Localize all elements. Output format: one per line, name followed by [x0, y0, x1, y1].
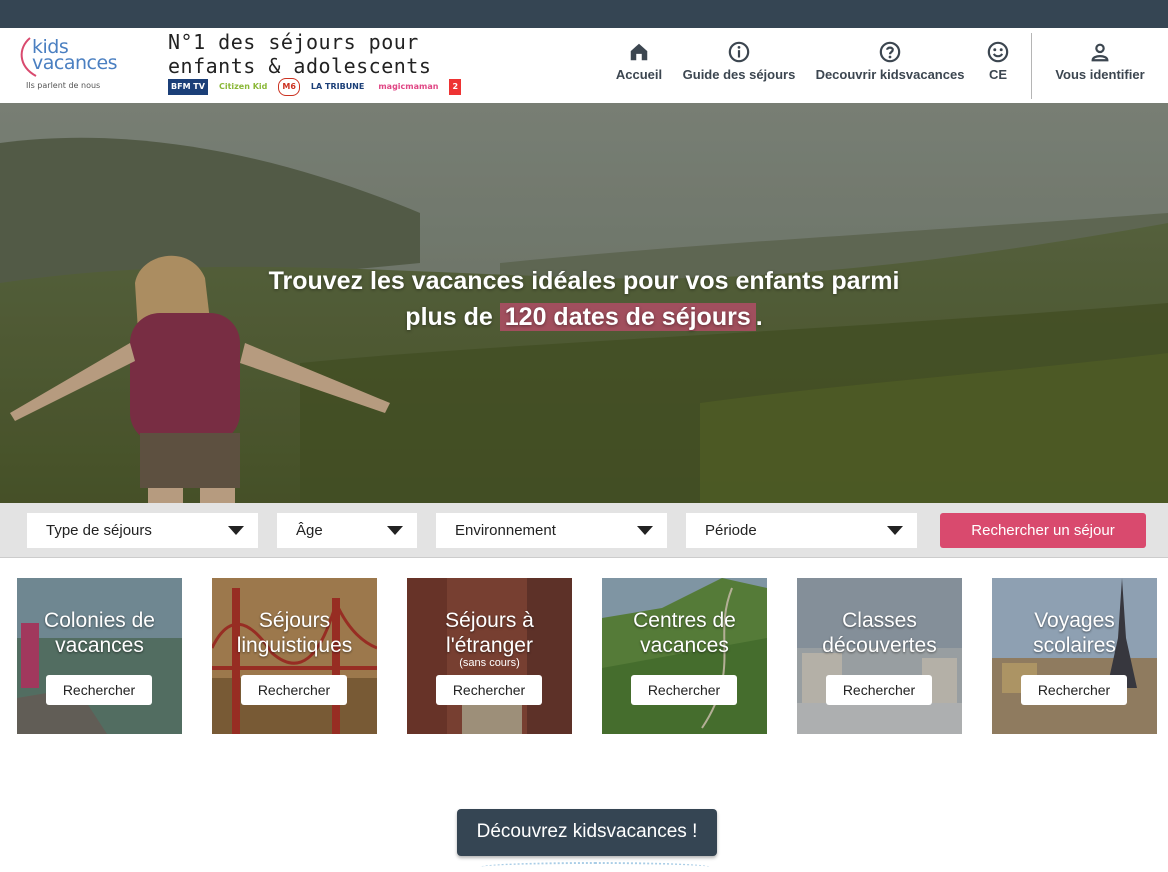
category-card-linguistiques[interactable]: Séjours linguistiques Rechercher	[212, 578, 377, 734]
category-card-etranger[interactable]: Séjours à l'étranger (sans cours) Recher…	[407, 578, 572, 734]
type-sejours-select[interactable]: Type de séjours	[27, 513, 258, 548]
select-value: Période	[705, 522, 757, 539]
nav-label: Accueil	[615, 67, 663, 82]
select-value: Type de séjours	[46, 522, 152, 539]
card-title: Centres de vacances	[633, 609, 736, 657]
hero-headline: Trouvez les vacances idéales pour vos en…	[0, 263, 1168, 335]
press-logos: BFM TV Citizen Kid M6 LA TRIBUNE magicma…	[168, 78, 462, 96]
card-search-button[interactable]: Rechercher	[1021, 675, 1127, 705]
search-sejour-button[interactable]: Rechercher un séjour	[940, 513, 1146, 548]
help-icon	[879, 41, 901, 63]
caret-down-icon	[228, 526, 244, 535]
card-search-button[interactable]: Rechercher	[46, 675, 152, 705]
select-value: Âge	[296, 522, 323, 539]
nav-guide[interactable]: Guide des séjours	[681, 28, 797, 103]
card-subtitle: (sans cours)	[459, 657, 520, 669]
environnement-select[interactable]: Environnement	[436, 513, 667, 548]
top-bar	[0, 0, 1168, 28]
hero-line-2: plus de 120 dates de séjours.	[0, 299, 1168, 335]
card-title: Séjours à l'étranger	[445, 609, 534, 657]
nav-ce[interactable]: CE	[982, 28, 1014, 103]
nav-login[interactable]: Vous identifier	[1048, 28, 1152, 103]
card-title: Séjours linguistiques	[236, 609, 353, 657]
card-search-button[interactable]: Rechercher	[241, 675, 347, 705]
nav-label: Vous identifier	[1055, 67, 1145, 82]
category-card-classes[interactable]: Classes découvertes Rechercher	[797, 578, 962, 734]
hero-highlight: 120 dates de séjours	[499, 303, 756, 331]
caret-down-icon	[637, 526, 653, 535]
logo-tagline: Ils parlent de nous	[26, 81, 101, 90]
category-card-voyages[interactable]: Voyages scolaires Rechercher	[992, 578, 1157, 734]
info-icon	[728, 41, 750, 63]
card-title: Voyages scolaires	[1033, 609, 1116, 657]
press-logo-latribune: LA TRIBUNE	[310, 82, 365, 91]
home-icon	[630, 43, 648, 61]
nav-accueil[interactable]: Accueil	[613, 28, 665, 103]
site-header: kids vacances Ils parlent de nous N°1 de…	[0, 28, 1168, 103]
discover-kidsvacances-button[interactable]: Découvrez kidsvacances !	[457, 809, 717, 856]
press-logo-bfm: BFM TV	[168, 79, 208, 95]
card-search-button[interactable]: Rechercher	[826, 675, 932, 705]
card-search-button[interactable]: Rechercher	[631, 675, 737, 705]
card-title: Classes découvertes	[822, 609, 937, 657]
hero-suffix: .	[755, 303, 763, 331]
hero-banner: Trouvez les vacances idéales pour vos en…	[0, 103, 1168, 503]
user-icon	[1091, 43, 1109, 62]
category-cards: Colonies de vacances Rechercher Séjours …	[0, 578, 1168, 734]
card-title: Colonies de vacances	[44, 609, 155, 657]
nav-label: Decouvrir kidsvacances	[815, 67, 965, 82]
site-slogan: N°1 des séjours pour enfants & adolescen…	[168, 30, 432, 78]
search-bar: Type de séjours Âge Environnement Périod…	[0, 503, 1168, 558]
nav-label: CE	[988, 67, 1008, 82]
kidsvacances-logo[interactable]: kids vacances Ils parlent de nous	[16, 30, 126, 96]
smiley-icon	[987, 41, 1009, 63]
age-select[interactable]: Âge	[277, 513, 417, 548]
press-logo-m6: M6	[278, 78, 300, 96]
logo-text-vacances: vacances	[32, 52, 118, 74]
category-card-centres[interactable]: Centres de vacances Rechercher	[602, 578, 767, 734]
nav-decouvrir[interactable]: Decouvrir kidsvacances	[814, 28, 966, 103]
hero-line-1: Trouvez les vacances idéales pour vos en…	[268, 267, 900, 295]
hero-prefix: plus de	[405, 303, 493, 331]
nav-divider	[1031, 33, 1032, 99]
press-logo-france2: 2	[449, 79, 462, 95]
caret-down-icon	[887, 526, 903, 535]
press-logo-magicmaman: magicmaman	[378, 82, 439, 91]
caret-down-icon	[387, 526, 403, 535]
card-search-button[interactable]: Rechercher	[436, 675, 542, 705]
select-value: Environnement	[455, 522, 556, 539]
press-logo-citizenkid: Citizen Kid	[218, 82, 268, 91]
periode-select[interactable]: Période	[686, 513, 917, 548]
nav-label: Guide des séjours	[682, 67, 796, 82]
category-card-colonies[interactable]: Colonies de vacances Rechercher	[17, 578, 182, 734]
